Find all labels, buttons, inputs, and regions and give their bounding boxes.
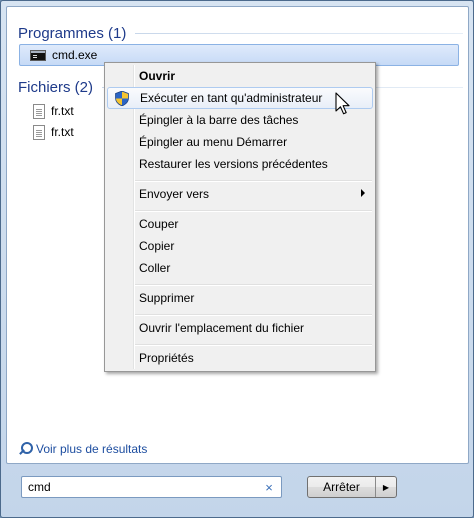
menu-separator: [135, 210, 372, 212]
shutdown-split-button: Arrêter ▶: [307, 476, 397, 498]
menu-item-properties[interactable]: Propriétés: [107, 347, 373, 369]
menu-item-run-as-admin[interactable]: Exécuter en tant qu'administrateur: [107, 87, 373, 109]
menu-item-label: Copier: [139, 239, 175, 253]
cmd-icon: [30, 49, 46, 61]
mouse-cursor-icon: [335, 92, 350, 115]
search-input[interactable]: [28, 480, 263, 494]
menu-item-label: Coller: [139, 261, 171, 275]
menu-item-delete[interactable]: Supprimer: [107, 287, 373, 309]
menu-item-pin-start[interactable]: Épingler au menu Démarrer: [107, 131, 373, 153]
menu-item-open[interactable]: Ouvrir: [107, 65, 373, 87]
text-file-icon: [33, 124, 45, 140]
uac-shield-icon: [115, 91, 129, 106]
menu-item-label: Restaurer les versions précédentes: [139, 157, 328, 171]
menu-item-paste[interactable]: Coller: [107, 257, 373, 279]
see-more-results-link[interactable]: Voir plus de résultats: [18, 440, 147, 458]
search-icon: [18, 442, 33, 456]
search-box[interactable]: ×: [21, 476, 282, 498]
menu-item-label: Couper: [139, 217, 179, 231]
see-more-results-label: Voir plus de résultats: [36, 442, 148, 456]
result-item-label: fr.txt: [51, 125, 74, 139]
menu-item-label: Envoyer vers: [139, 187, 210, 201]
menu-item-send-to[interactable]: Envoyer vers: [107, 183, 373, 205]
menu-item-pin-taskbar[interactable]: Épingler à la barre des tâches: [107, 109, 373, 131]
menu-item-label: Supprimer: [139, 291, 195, 305]
files-group-label: Fichiers (2): [18, 78, 94, 96]
result-item-file[interactable]: fr.txt: [33, 123, 74, 141]
shutdown-button[interactable]: Arrêter: [308, 477, 376, 497]
submenu-arrow-icon: [361, 189, 365, 197]
menu-item-label: Propriétés: [139, 351, 194, 365]
programs-group-label: Programmes (1): [18, 24, 127, 42]
menu-item-label: Ouvrir: [139, 69, 176, 83]
menu-separator: [135, 180, 372, 182]
menu-item-restore-versions[interactable]: Restaurer les versions précédentes: [107, 153, 373, 175]
shutdown-options-arrow[interactable]: ▶: [376, 477, 396, 497]
menu-separator: [135, 344, 372, 346]
menu-item-open-location[interactable]: Ouvrir l'emplacement du fichier: [107, 317, 373, 339]
menu-separator: [135, 284, 372, 286]
menu-separator: [135, 314, 372, 316]
menu-item-label: Épingler à la barre des tâches: [139, 113, 299, 127]
result-item-label: cmd.exe: [52, 48, 98, 62]
menu-item-cut[interactable]: Couper: [107, 213, 373, 235]
menu-item-copy[interactable]: Copier: [107, 235, 373, 257]
text-file-icon: [33, 103, 45, 119]
menu-item-label: Ouvrir l'emplacement du fichier: [139, 321, 305, 335]
group-divider: [135, 32, 463, 34]
result-item-label: fr.txt: [51, 104, 74, 118]
menu-item-label: Exécuter en tant qu'administrateur: [140, 91, 323, 105]
clear-search-icon[interactable]: ×: [263, 480, 275, 495]
menu-item-label: Épingler au menu Démarrer: [139, 135, 288, 149]
result-item-file[interactable]: fr.txt: [33, 102, 74, 120]
programs-group-header[interactable]: Programmes (1): [18, 23, 463, 43]
